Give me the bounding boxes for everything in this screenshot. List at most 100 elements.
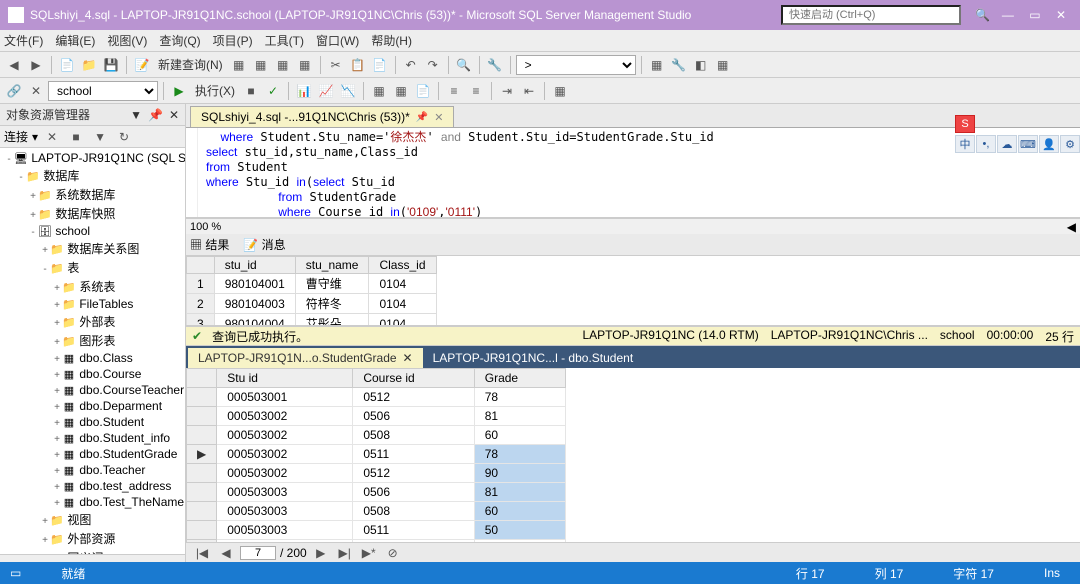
- filter-icon[interactable]: ▼: [90, 127, 110, 147]
- tool-c-button[interactable]: ◧: [691, 55, 711, 75]
- tree-node[interactable]: +▦ dbo.Deparment: [0, 398, 185, 414]
- new-query-button[interactable]: 新建查询(N): [154, 56, 227, 73]
- dropdown-icon[interactable]: ▼: [130, 108, 142, 122]
- db-query-2-button[interactable]: ▦: [251, 55, 271, 75]
- zoom-level[interactable]: 100 %: [190, 221, 221, 233]
- tree-node[interactable]: +▦ dbo.Course: [0, 366, 185, 382]
- results-tab[interactable]: ▦ 结果: [190, 236, 229, 253]
- pin-tab-icon[interactable]: 📌: [416, 112, 428, 123]
- copy-button[interactable]: 📋: [348, 55, 368, 75]
- tree-node[interactable]: +▦ dbo.Student_info: [0, 430, 185, 446]
- stop-icon[interactable]: ■: [66, 127, 86, 147]
- back-button[interactable]: ◀: [4, 55, 24, 75]
- database-selector[interactable]: school: [48, 81, 158, 101]
- tree-node[interactable]: +📁 视图: [0, 510, 185, 529]
- tree-node[interactable]: +▦ dbo.Test_TheName: [0, 494, 185, 510]
- tree-node[interactable]: +📁 图形表: [0, 331, 185, 350]
- close-button[interactable]: ✕: [1056, 8, 1066, 22]
- close-tab-icon[interactable]: ✕: [434, 111, 443, 124]
- ime-icon[interactable]: S: [955, 115, 975, 133]
- connect-button[interactable]: 🔗: [4, 81, 24, 101]
- open-button[interactable]: 📁: [79, 55, 99, 75]
- menu-item[interactable]: 文件(F): [4, 32, 43, 49]
- tool-a-button[interactable]: ▦: [647, 55, 667, 75]
- new-file-button[interactable]: 📄: [57, 55, 77, 75]
- indent-button[interactable]: ⇥: [497, 81, 517, 101]
- tree-node[interactable]: +▦ dbo.StudentGrade: [0, 446, 185, 462]
- maximize-button[interactable]: ▭: [1029, 8, 1040, 22]
- disconnect-button[interactable]: ✕: [26, 81, 46, 101]
- forward-button[interactable]: ▶: [26, 55, 46, 75]
- menu-item[interactable]: 帮助(H): [371, 32, 412, 49]
- sql-code-editor[interactable]: where Student.Stu_name='徐杰杰' and Student…: [186, 128, 1080, 218]
- paste-button[interactable]: 📄: [370, 55, 390, 75]
- tree-node[interactable]: +📁 外部表: [0, 312, 185, 331]
- cut-button[interactable]: ✂: [326, 55, 346, 75]
- ime-mode-cn[interactable]: 中: [955, 135, 975, 153]
- menu-item[interactable]: 视图(V): [107, 32, 147, 49]
- menu-item[interactable]: 查询(Q): [159, 32, 200, 49]
- prev-record-button[interactable]: ◀: [216, 543, 236, 563]
- results-grid-button[interactable]: ▦: [391, 81, 411, 101]
- outdent-button[interactable]: ⇤: [519, 81, 539, 101]
- tool-d-button[interactable]: ▦: [713, 55, 733, 75]
- tool-b-button[interactable]: 🔧: [669, 55, 689, 75]
- search-icon[interactable]: 🔍: [975, 8, 990, 22]
- results-grid[interactable]: stu_idstu_nameClass_id1980104001曹守维01042…: [186, 256, 1080, 326]
- tree-node[interactable]: +📁 外部资源: [0, 529, 185, 548]
- properties-button[interactable]: 🔧: [485, 55, 505, 75]
- pin-icon[interactable]: 📌: [148, 108, 163, 122]
- ime-person-icon[interactable]: 👤: [1039, 135, 1059, 153]
- ime-punct[interactable]: •,: [976, 135, 996, 153]
- tree-node[interactable]: +📁 系统数据库: [0, 185, 185, 204]
- tree-node[interactable]: +📁 系统表: [0, 277, 185, 296]
- first-record-button[interactable]: |◀: [192, 543, 212, 563]
- ime-toolbar[interactable]: S 中 •, ☁ ⌨ 👤 ⚙: [955, 115, 1080, 153]
- menu-item[interactable]: 工具(T): [265, 32, 304, 49]
- tree-node[interactable]: +▦ dbo.CourseTeacher: [0, 382, 185, 398]
- messages-tab[interactable]: 📝 消息: [243, 236, 285, 253]
- minimize-button[interactable]: —: [1002, 8, 1014, 22]
- server-node[interactable]: -🖥 LAPTOP-JR91Q1NC (SQL Server 14.0.: [0, 150, 185, 166]
- menu-item[interactable]: 项目(P): [213, 32, 253, 49]
- stop-button[interactable]: ■: [241, 81, 261, 101]
- undo-button[interactable]: ↶: [401, 55, 421, 75]
- menu-item[interactable]: 编辑(E): [55, 32, 95, 49]
- scroll-left-icon[interactable]: ◀: [1067, 220, 1076, 234]
- new-query-icon[interactable]: 📝: [132, 55, 152, 75]
- db-query-3-button[interactable]: ▦: [273, 55, 293, 75]
- tree-node[interactable]: +▦ dbo.Teacher: [0, 462, 185, 478]
- refresh-icon[interactable]: ↻: [114, 127, 134, 147]
- detail-tab[interactable]: LAPTOP-JR91Q1N...o.StudentGrade ✕: [188, 348, 423, 368]
- object-explorer-tree[interactable]: -🖥 LAPTOP-JR91Q1NC (SQL Server 14.0. -📁 …: [0, 148, 185, 554]
- comment-button[interactable]: ≡: [444, 81, 464, 101]
- specify-values-button[interactable]: ▦: [550, 81, 570, 101]
- execute-button[interactable]: 执行(X): [191, 82, 239, 99]
- save-button[interactable]: 💾: [101, 55, 121, 75]
- parse-button[interactable]: ✓: [263, 81, 283, 101]
- detail-tab[interactable]: LAPTOP-JR91Q1NC...l - dbo.Student: [423, 348, 644, 368]
- record-position-input[interactable]: [240, 546, 276, 560]
- results-file-button[interactable]: 📄: [413, 81, 433, 101]
- stats-button[interactable]: 📉: [338, 81, 358, 101]
- tree-node[interactable]: +▦ dbo.test_address: [0, 478, 185, 494]
- tree-scrollbar[interactable]: [0, 554, 185, 562]
- find-button[interactable]: 🔍: [454, 55, 474, 75]
- quick-launch-input[interactable]: [781, 5, 961, 25]
- solution-dropdown[interactable]: >: [516, 55, 636, 75]
- new-record-button[interactable]: ▶*: [359, 543, 379, 563]
- editor-scrollbar[interactable]: 100 % ◀: [186, 218, 1080, 234]
- next-record-button[interactable]: ▶: [311, 543, 331, 563]
- delete-record-button[interactable]: ⊘: [383, 543, 403, 563]
- execute-icon[interactable]: ▶: [169, 81, 189, 101]
- detail-grid[interactable]: Stu idCourse idGrade00050300105127800050…: [186, 368, 1080, 542]
- ime-cloud-icon[interactable]: ☁: [997, 135, 1017, 153]
- tree-node[interactable]: -📁 数据库: [0, 166, 185, 185]
- sql-file-tab[interactable]: SQLshiyi_4.sql -...91Q1NC\Chris (53))* 📌…: [190, 106, 454, 127]
- results-text-button[interactable]: ▦: [369, 81, 389, 101]
- tree-node[interactable]: +▦ dbo.Student: [0, 414, 185, 430]
- connect-label[interactable]: 连接: [4, 128, 28, 145]
- tree-node[interactable]: +📁 数据库快照: [0, 204, 185, 223]
- disconnect-icon[interactable]: ✕: [42, 127, 62, 147]
- tree-node[interactable]: +📁 数据库关系图: [0, 239, 185, 258]
